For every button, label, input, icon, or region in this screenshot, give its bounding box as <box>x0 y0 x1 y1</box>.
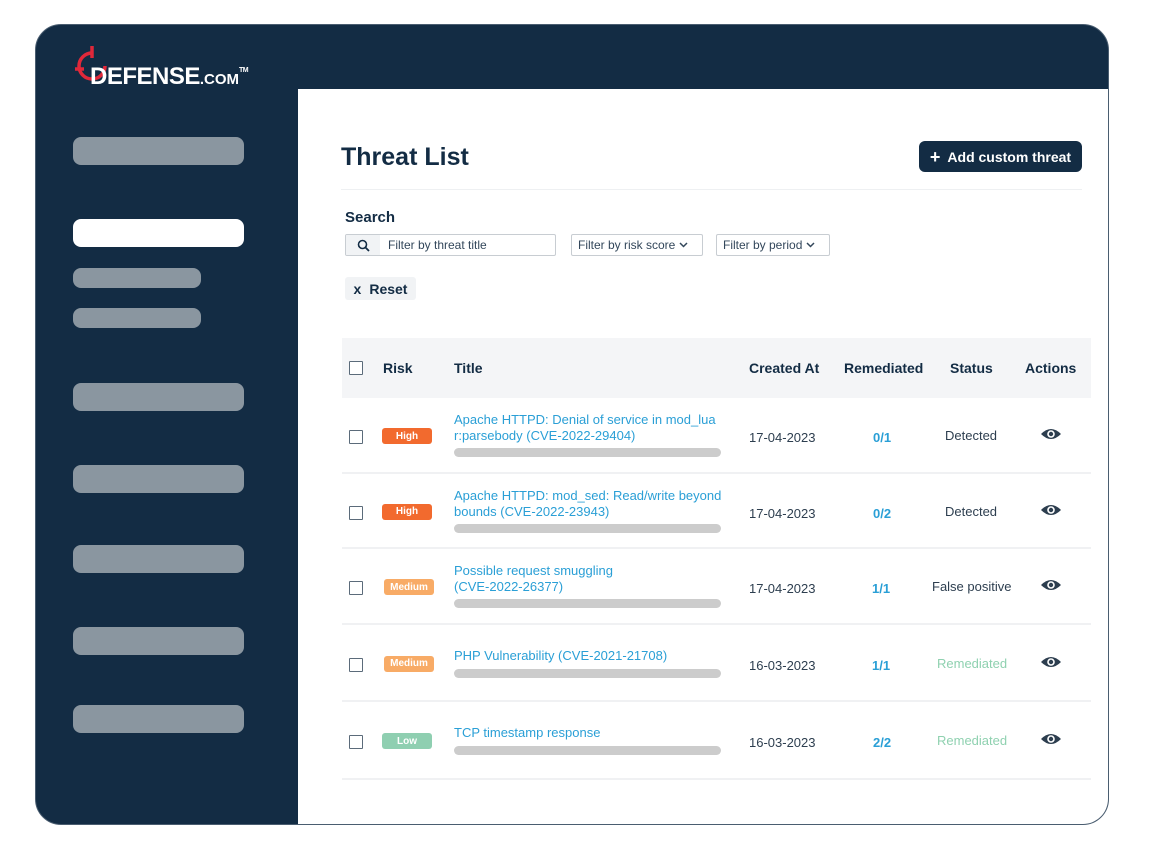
add-custom-threat-label: Add custom threat <box>947 148 1072 165</box>
search-field[interactable] <box>345 234 556 256</box>
logo-com: .COM <box>199 71 240 88</box>
plus-icon: + <box>929 146 941 167</box>
status-text: Remediated <box>937 733 1008 748</box>
description-placeholder-bar <box>454 448 721 457</box>
column-actions[interactable]: Actions <box>1025 360 1076 376</box>
search-label: Search <box>345 209 396 226</box>
threat-title-line-1: TCP timestamp response <box>454 725 601 740</box>
threat-title-line-1: PHP Vulnerability (CVE-2021-21708) <box>454 647 668 663</box>
remediated-count[interactable]: 2/2 <box>873 735 891 750</box>
threat-table: Risk Title Created At Remediated Status … <box>342 338 1091 780</box>
column-risk[interactable]: Risk <box>383 360 413 376</box>
table-header: Risk Title Created At Remediated Status … <box>342 338 1091 398</box>
description-placeholder-bar <box>454 746 721 755</box>
search-icon <box>346 235 380 255</box>
threat-title-line-1: Apache HTTPD: mod_sed: Read/write beyond <box>454 487 722 503</box>
page-title: Threat List <box>341 143 469 171</box>
row-checkbox[interactable] <box>349 735 363 749</box>
row-checkbox[interactable] <box>349 657 363 672</box>
risk-badge: Medium <box>384 655 434 672</box>
column-title[interactable]: Title <box>454 360 483 376</box>
view-eye-icon[interactable] <box>1040 655 1062 674</box>
view-eye-icon[interactable] <box>1040 503 1062 522</box>
remediated-count[interactable]: 1/1 <box>872 658 890 673</box>
description-placeholder-bar <box>454 523 721 533</box>
select-all-checkbox[interactable] <box>349 361 363 375</box>
threat-title-line-2: bounds (CVE-2022-23943) <box>454 503 610 519</box>
column-status[interactable]: Status <box>950 360 993 376</box>
main-panel: Threat List + Add custom threat Search F… <box>298 89 1108 824</box>
risk-badge: High <box>382 503 432 520</box>
app-frame: DEFENSE.COMTM Threat List + Add custom t… <box>35 24 1109 825</box>
created-at: 16-03-2023 <box>749 657 816 673</box>
sidebar-item-5[interactable] <box>73 383 244 411</box>
remediated-count[interactable]: 0/2 <box>873 506 891 521</box>
header-divider <box>341 189 1082 190</box>
risk-score-select[interactable]: Filter by risk score <box>571 234 703 256</box>
period-select[interactable]: Filter by period <box>716 234 830 256</box>
table-row[interactable]: Low TCP timestamp response 16-03-2023 2/2 Re… <box>342 702 1091 780</box>
description-placeholder-bar <box>454 668 721 678</box>
period-select-label: Filter by period <box>723 238 803 252</box>
risk-badge: Medium <box>384 579 434 595</box>
threat-title-link[interactable]: TCP timestamp response <box>454 725 744 741</box>
threat-title-link[interactable]: Apache HTTPD: mod_sed: Read/write beyond… <box>454 488 744 520</box>
created-at: 17-04-2023 <box>749 505 816 521</box>
threat-title-link[interactable]: Possible request smuggling (CVE-2022-2637… <box>454 563 744 595</box>
table-row[interactable]: High Apache HTTPD: mod_sed: Read/write be… <box>342 474 1091 549</box>
status-text: False positive <box>932 579 1012 594</box>
row-checkbox[interactable] <box>349 581 363 595</box>
description-placeholder-bar <box>454 599 721 608</box>
close-icon: x <box>353 280 362 297</box>
table-body: High Apache HTTPD: Denial of service in m… <box>342 398 1091 780</box>
created-at: 16-03-2023 <box>749 735 816 750</box>
column-created-at[interactable]: Created At <box>749 360 819 376</box>
threat-title-line-2: (CVE-2022-26377) <box>454 579 564 594</box>
risk-badge: High <box>382 428 432 444</box>
sidebar-item-3[interactable] <box>73 268 201 288</box>
sidebar-item-9[interactable] <box>73 705 244 733</box>
created-at: 17-04-2023 <box>749 430 816 445</box>
remediated-count[interactable]: 0/1 <box>873 430 891 445</box>
add-custom-threat-button[interactable]: + Add custom threat <box>919 141 1082 172</box>
view-eye-icon[interactable] <box>1040 732 1062 751</box>
sidebar-item-6[interactable] <box>73 465 244 493</box>
threat-title-line-2: r:parsebody (CVE-2022-29404) <box>454 428 636 443</box>
risk-badge: Low <box>382 733 432 749</box>
defense-logo[interactable]: DEFENSE.COMTM <box>72 43 272 93</box>
chevron-down-icon <box>806 242 815 248</box>
chevron-down-icon <box>679 242 688 248</box>
threat-title-line-1: Possible request smuggling <box>454 563 613 578</box>
sidebar-item-4[interactable] <box>73 308 201 328</box>
table-row[interactable]: Medium PHP Vulnerability (CVE-2021-21708)… <box>342 625 1091 702</box>
remediated-count[interactable]: 1/1 <box>872 581 890 596</box>
created-at: 17-04-2023 <box>749 581 816 596</box>
logo-text: DEFENSE.COMTM <box>90 63 249 90</box>
reset-label: Reset <box>369 280 408 297</box>
risk-score-select-label: Filter by risk score <box>578 238 676 252</box>
reset-button[interactable]: x Reset <box>345 277 416 300</box>
sidebar-item-1[interactable] <box>73 137 244 165</box>
threat-title-line-1: Apache HTTPD: Denial of service in mod_l… <box>454 412 716 427</box>
row-checkbox[interactable] <box>349 430 363 444</box>
table-row[interactable]: Medium Possible request smuggling (CVE-202… <box>342 549 1091 625</box>
threat-title-link[interactable]: Apache HTTPD: Denial of service in mod_l… <box>454 412 744 444</box>
sidebar-item-8[interactable] <box>73 627 244 655</box>
sidebar-item-2-active[interactable] <box>73 219 244 247</box>
view-eye-icon[interactable] <box>1040 427 1062 446</box>
table-row[interactable]: High Apache HTTPD: Denial of service in m… <box>342 398 1091 474</box>
status-text: Remediated <box>937 655 1008 671</box>
row-checkbox[interactable] <box>349 505 363 520</box>
status-text: Detected <box>945 428 998 443</box>
view-eye-icon[interactable] <box>1040 578 1062 597</box>
sidebar-item-7[interactable] <box>73 545 244 573</box>
search-input[interactable] <box>380 238 550 252</box>
threat-title-link[interactable]: PHP Vulnerability (CVE-2021-21708) <box>454 648 744 664</box>
column-remediated[interactable]: Remediated <box>844 360 923 376</box>
status-text: Detected <box>945 503 998 519</box>
